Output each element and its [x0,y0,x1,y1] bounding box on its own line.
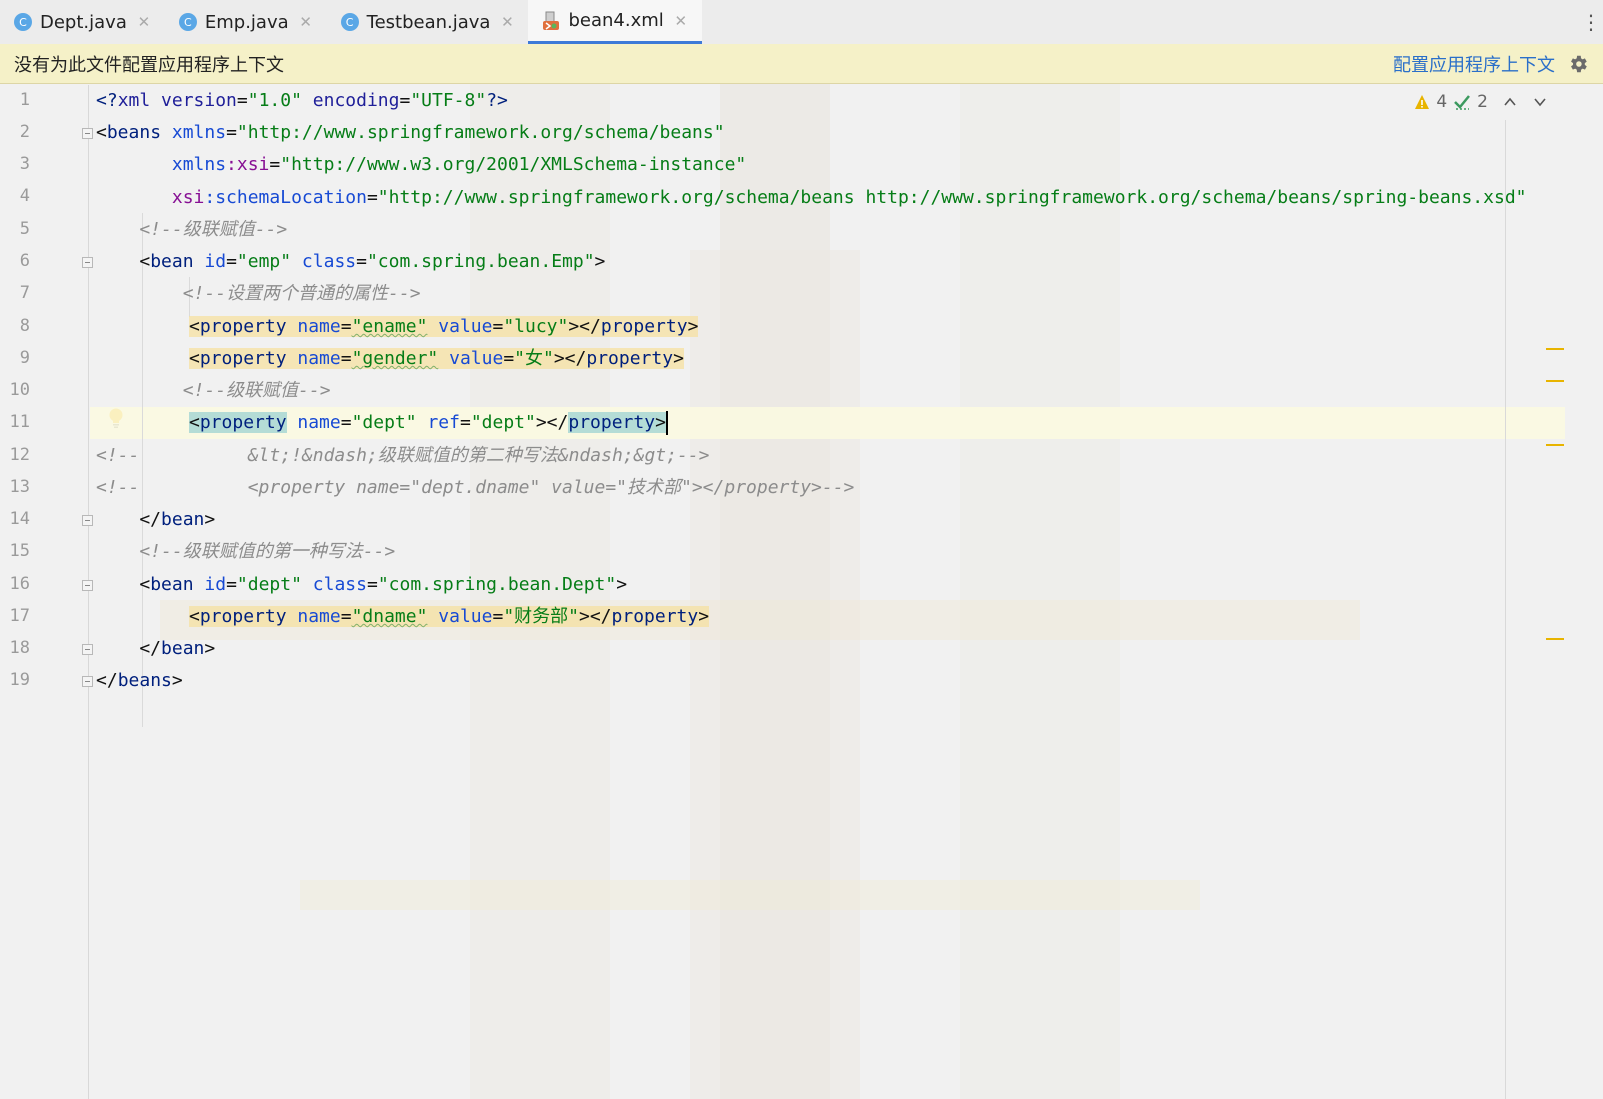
code-comment: <!-- <property name="dept.dname" value="… [96,477,855,498]
line-number: 1 [19,90,30,110]
code-line-current: <property name="dept" ref="dept"></prope… [189,411,668,435]
configure-context-link[interactable]: 配置应用程序上下文 [1393,51,1555,77]
close-icon[interactable]: ✕ [672,1,690,41]
warning-marker[interactable] [1546,380,1564,382]
code-line: xsi:schemaLocation="http://www.springfra… [96,187,1527,208]
line-number: 3 [19,154,30,174]
line-number: 14 [9,509,30,529]
line-number: 10 [9,380,30,400]
text-caret [665,411,668,435]
java-class-icon: C [14,13,32,31]
warning-marker[interactable] [1546,348,1564,350]
close-icon[interactable]: ✕ [297,2,315,42]
warning-count: 4 [1436,92,1448,112]
line-number: 19 [9,670,30,690]
code-line: <property name="dname" value="财务部"></pro… [189,606,710,627]
code-line: <beans xmlns="http://www.springframework… [96,122,725,143]
warning-icon [1415,95,1430,109]
line-number: 17 [9,606,30,626]
tab-dept-java[interactable]: C Dept.java ✕ [0,0,165,44]
code-line: </bean> [96,638,216,659]
tab-emp-java[interactable]: C Emp.java ✕ [165,0,327,44]
java-class-icon: C [178,13,197,31]
banner-message: 没有为此文件配置应用程序上下文 [14,54,284,76]
line-number: 2 [19,122,30,142]
line-number: 16 [9,574,30,594]
code-line: </bean> [96,509,216,530]
code-line: <bean id="dept" class="com.spring.bean.D… [96,574,628,595]
tab-bean4-xml[interactable]: bean4.xml ✕ [528,0,702,44]
warning-marker[interactable] [1546,444,1564,446]
context-notification-banner: 没有为此文件配置应用程序上下文 配置应用程序上下文 [0,44,1603,84]
line-number: 6 [19,251,30,271]
line-number: 13 [9,477,30,497]
code-line: <property name="gender" value="女"></prop… [189,348,684,369]
line-number: 9 [19,348,30,368]
code-comment: <!--级联赋值的第一种写法--> [96,541,396,562]
weak-warning-icon [1454,95,1471,110]
code-line: <?xml version="1.0" encoding="UTF-8"?> [96,90,508,111]
line-number: 7 [19,283,30,303]
tab-label: Testbean.java [366,11,491,33]
line-number: 5 [19,219,30,239]
code-line: </beans> [96,670,183,691]
tab-testbean-java[interactable]: C Testbean.java ✕ [327,0,529,44]
chevron-up-icon[interactable] [1502,94,1518,110]
line-number: 15 [9,541,30,561]
close-icon[interactable]: ✕ [135,2,153,42]
code-comment: <!--级联赋值--> [96,219,288,240]
code-line: <property name="ename" value="lucy"></pr… [189,316,699,337]
java-class-icon: C [340,13,359,31]
line-number: 18 [9,638,30,658]
tab-label: Dept.java [40,11,127,33]
code-line: xmlns:xsi="http://www.w3.org/2001/XMLSch… [96,154,747,175]
chevron-down-icon[interactable] [1532,94,1548,110]
line-number: 8 [19,316,30,336]
code-comment: <!--级联赋值--> [96,380,331,401]
code-comment: <!--设置两个普通的属性--> [96,283,421,304]
line-number: 11 [9,412,30,432]
warning-marker[interactable] [1546,638,1564,640]
xml-file-icon [543,11,560,30]
inspection-widget[interactable]: 4 2 [1414,92,1548,112]
line-number: 12 [9,445,30,465]
more-options-icon[interactable]: ⋮ [1581,10,1601,34]
line-number: 4 [19,186,30,206]
editor-tab-bar: C Dept.java ✕ C Emp.java ✕ C Testbean.ja… [0,0,1603,45]
code-comment: <!-- &lt;!&ndash;级联赋值的第二种写法&ndash;&gt;--… [96,445,710,466]
tab-label: bean4.xml [568,10,664,31]
code-line: <bean id="emp" class="com.spring.bean.Em… [96,251,606,272]
gear-icon[interactable] [1567,53,1589,75]
close-icon[interactable]: ✕ [498,2,516,42]
weak-warning-count: 2 [1477,92,1488,112]
error-stripe[interactable] [1505,120,1506,1099]
code-editor[interactable]: <?xml version="1.0" encoding="UTF-8"?> <… [90,85,1565,1099]
tab-label: Emp.java [204,11,289,33]
